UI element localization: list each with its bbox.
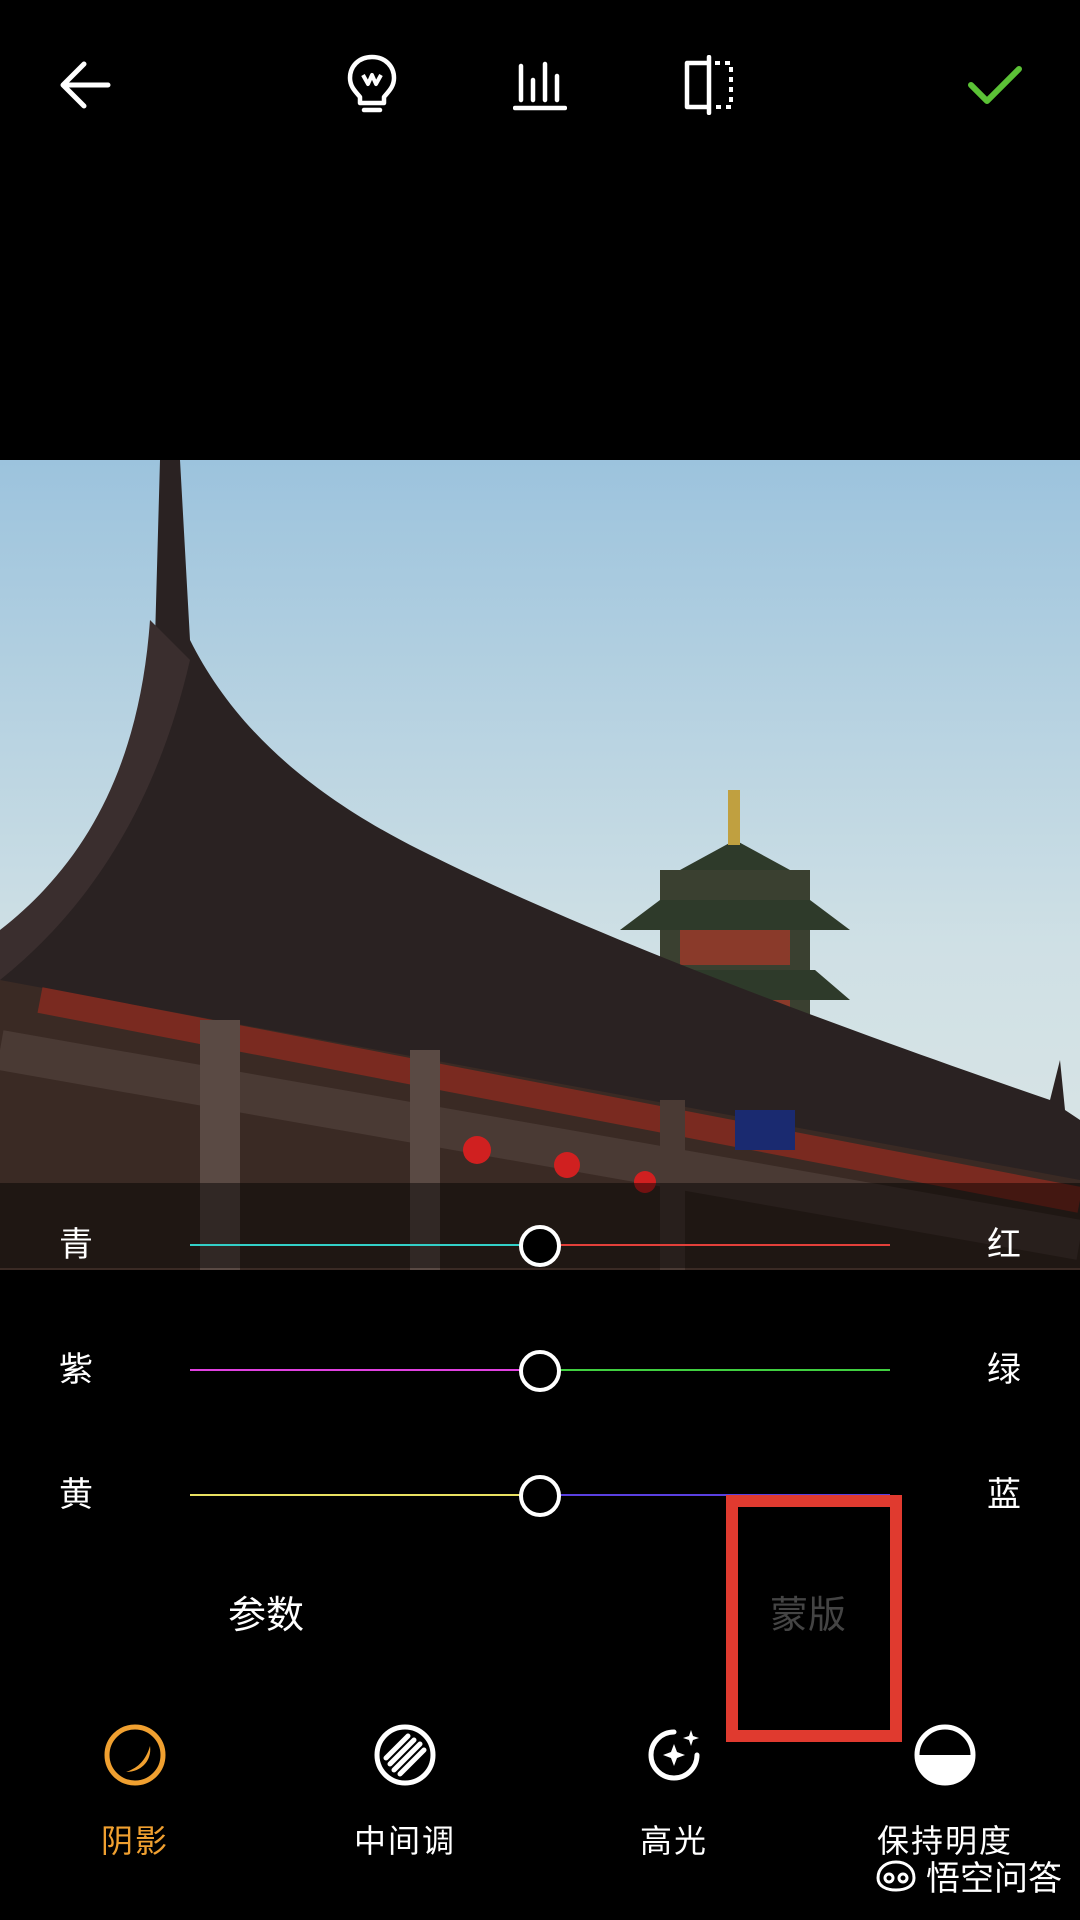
tool-shadow[interactable]: 阴影 <box>35 1720 235 1910</box>
confirm-button[interactable] <box>950 40 1040 130</box>
histogram-icon <box>513 61 567 111</box>
photo-preview <box>0 460 1080 1270</box>
track-right-segment <box>540 1369 890 1371</box>
track-right-segment <box>540 1494 890 1496</box>
tab-mask[interactable]: 蒙版 <box>770 1570 846 1660</box>
top-toolbar <box>0 0 1080 170</box>
midtone-icon <box>374 1724 436 1786</box>
track-left-segment <box>190 1369 540 1371</box>
tool-highlight[interactable]: 高光 <box>574 1720 774 1910</box>
compare-split-icon <box>684 55 733 115</box>
preserve-luminance-icon <box>914 1724 976 1786</box>
slider-cyan-red[interactable]: 青 红 <box>0 1205 1080 1285</box>
auto-enhance-button[interactable] <box>327 40 417 130</box>
tool-highlight-label: 高光 <box>639 1822 708 1860</box>
slider-label-yellow: 黄 <box>59 1475 93 1515</box>
shadow-icon <box>104 1724 166 1786</box>
watermark: 悟空问答 <box>874 1851 1062 1900</box>
slider-yellow-blue[interactable]: 黄 蓝 <box>0 1455 1080 1535</box>
slider-label-red: 红 <box>987 1225 1021 1265</box>
slider-label-green: 绿 <box>987 1350 1021 1390</box>
slider-knob-yellow-blue[interactable] <box>519 1475 561 1517</box>
lightbulb-icon <box>347 54 397 113</box>
back-button[interactable] <box>40 40 130 130</box>
checkmark-icon <box>968 66 1022 104</box>
tool-midtone[interactable]: 中间调 <box>305 1720 505 1910</box>
track-right-segment <box>540 1244 890 1246</box>
compare-button[interactable] <box>664 40 754 130</box>
tool-shadow-label: 阴影 <box>100 1822 169 1860</box>
highlight-icon <box>648 1729 700 1781</box>
slider-knob-cyan-red[interactable] <box>519 1225 561 1267</box>
track-left-segment <box>190 1244 540 1246</box>
track-left-segment <box>190 1494 540 1496</box>
tool-midtone-label: 中间调 <box>353 1822 456 1860</box>
watermark-text: 悟空问答 <box>926 1859 1062 1899</box>
mode-tabs: 参数 蒙版 <box>0 1570 1080 1660</box>
arrow-left-icon <box>60 61 111 109</box>
slider-knob-magenta-green[interactable] <box>519 1350 561 1392</box>
histogram-button[interactable] <box>495 40 585 130</box>
slider-magenta-green[interactable]: 紫 绿 <box>0 1330 1080 1410</box>
tab-params[interactable]: 参数 <box>228 1570 304 1660</box>
wukong-logo-icon <box>876 1859 916 1892</box>
slider-label-blue: 蓝 <box>987 1475 1021 1515</box>
slider-label-cyan: 青 <box>59 1225 93 1265</box>
slider-label-magenta: 紫 <box>59 1350 93 1390</box>
